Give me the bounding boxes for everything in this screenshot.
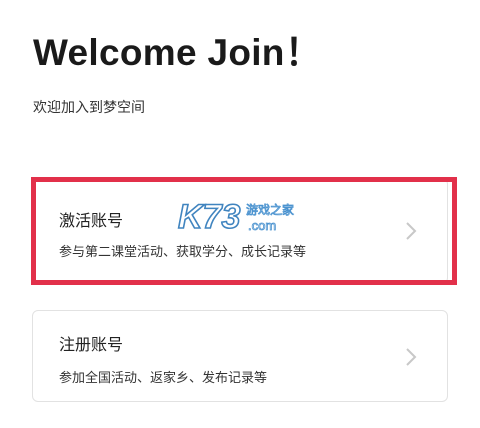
register-account-description: 参加全国活动、返家乡、发布记录等 <box>59 371 268 386</box>
register-account-card[interactable]: 注册账号 参加全国活动、返家乡、发布记录等 <box>32 310 448 402</box>
k73-watermark-logo: K73 游戏之家 .com <box>177 197 294 237</box>
watermark-sub: 游戏之家 <box>246 202 294 217</box>
activate-account-description: 参与第二课堂活动、获取学分、成长记录等 <box>59 245 307 260</box>
page-title: Welcome Join！ <box>33 32 323 73</box>
activate-account-title: 激活账号 <box>59 211 124 230</box>
watermark-domain: .com <box>248 218 276 233</box>
chevron-right-icon <box>406 348 417 366</box>
watermark-main: K73 <box>178 198 240 236</box>
register-account-title: 注册账号 <box>59 335 124 354</box>
chevron-right-icon <box>406 222 417 240</box>
page-subtitle: 欢迎加入到梦空间 <box>33 100 145 116</box>
